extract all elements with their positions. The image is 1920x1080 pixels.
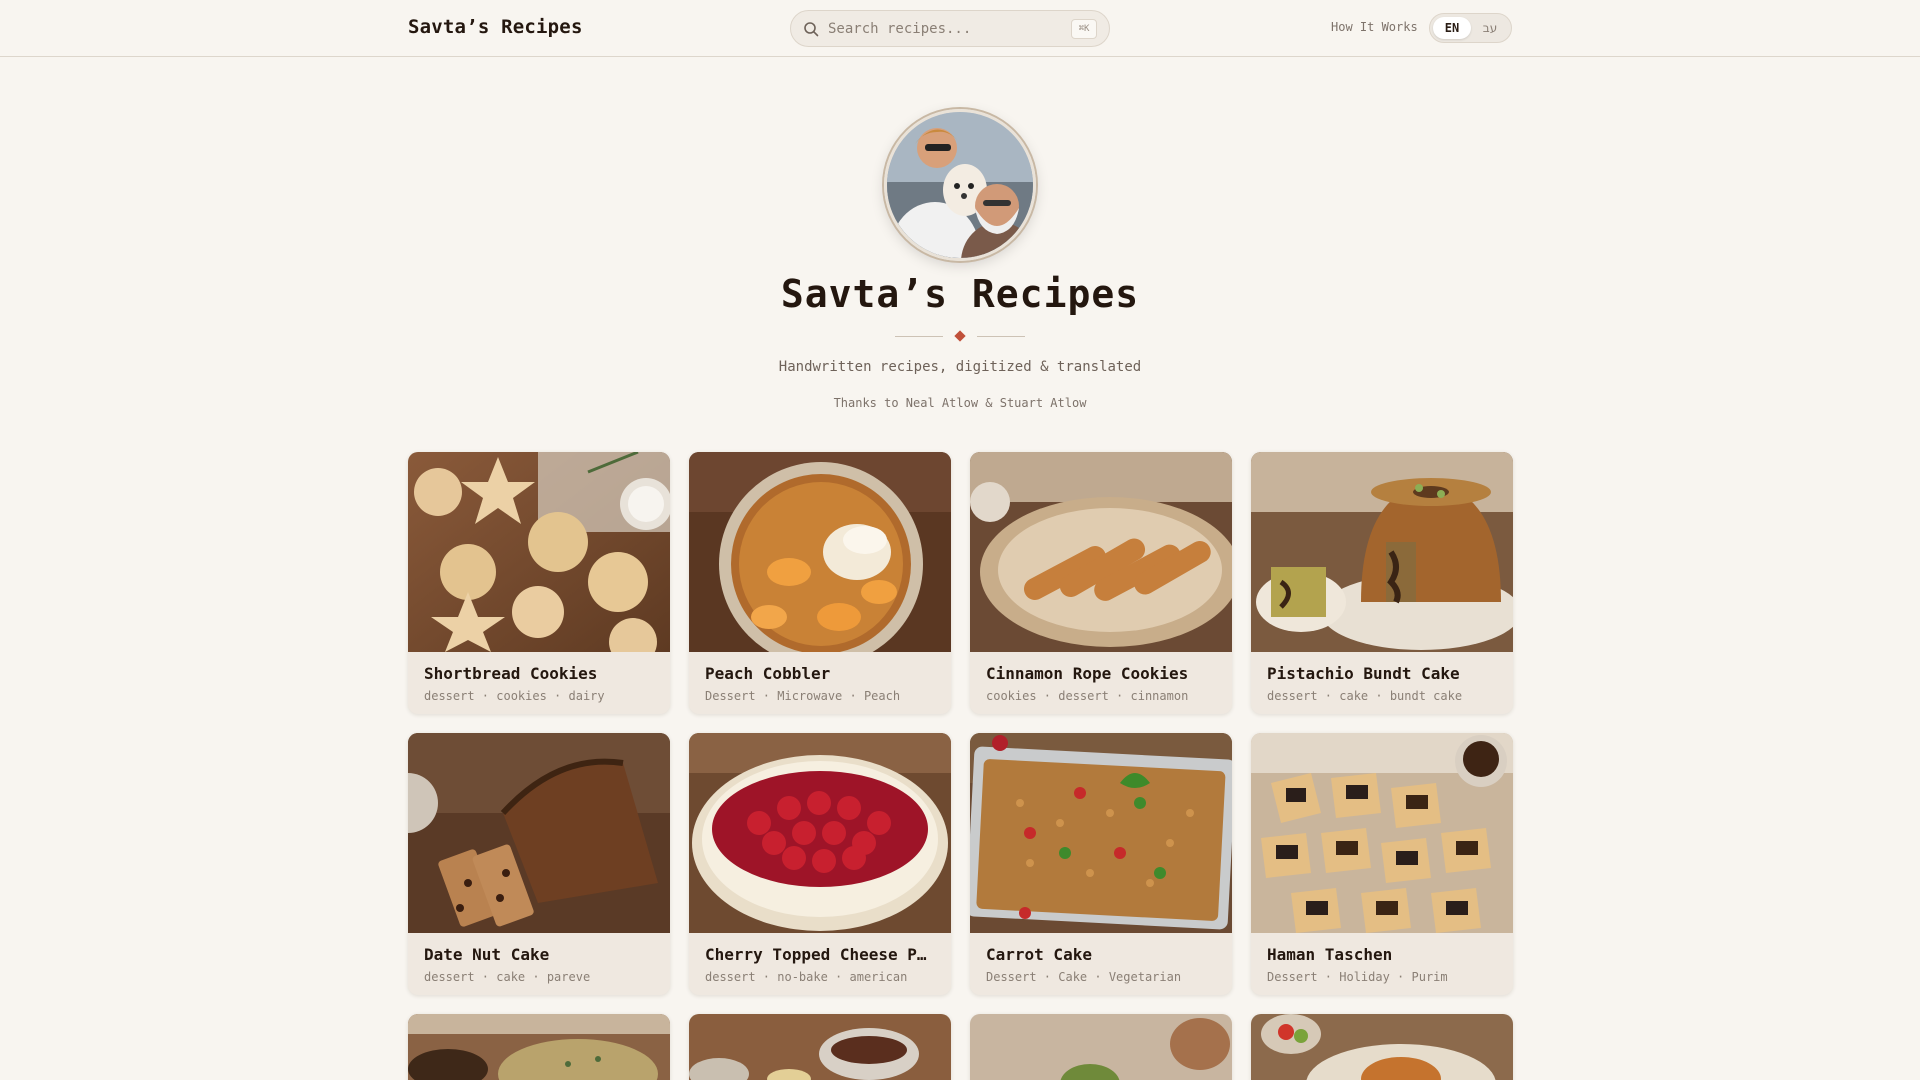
recipe-photo — [970, 452, 1232, 652]
search-box[interactable]: Search recipes... ⌘K — [790, 10, 1110, 47]
recipe-photo — [970, 733, 1232, 933]
recipe-photo — [408, 1014, 670, 1080]
recipe-photo — [1251, 452, 1513, 652]
recipe-card[interactable]: Peach Cobbler Dessert · Microwave · Peac… — [689, 452, 951, 714]
recipe-photo — [689, 733, 951, 933]
recipe-tags: dessert · cake · pareve — [424, 970, 591, 984]
avatar-photo-illustration — [887, 112, 1033, 258]
recipe-name: Peach Cobbler — [705, 664, 831, 683]
recipe-tags: Dessert · Holiday · Purim — [1267, 970, 1448, 984]
recipe-name: Cherry Topped Cheese P… — [705, 945, 927, 964]
savta-avatar — [884, 109, 1036, 261]
recipe-photo — [970, 1014, 1232, 1080]
diamond-icon — [954, 330, 966, 342]
recipe-card[interactable]: Date Nut Cake dessert · cake · pareve — [408, 733, 670, 995]
recipe-card[interactable]: Shortbread Cookies dessert · cookies · d… — [408, 452, 670, 714]
recipe-name: Cinnamon Rope Cookies — [986, 664, 1189, 683]
recipe-tags: Dessert · Cake · Vegetarian — [986, 970, 1182, 984]
recipe-tags: Dessert · Microwave · Peach — [705, 689, 901, 703]
recipe-tags: dessert · cookies · dairy — [424, 689, 605, 703]
acknowledgements: Thanks to Neal Atlow & Stuart Atlow — [833, 396, 1087, 410]
recipe-card[interactable] — [689, 1014, 951, 1080]
recipe-name: Date Nut Cake — [424, 945, 550, 964]
recipe-tags: dessert · cake · bundt cake — [1267, 689, 1463, 703]
language-option-he[interactable]: עב — [1471, 17, 1509, 39]
recipe-card[interactable] — [408, 1014, 670, 1080]
recipe-card[interactable] — [1251, 1014, 1513, 1080]
recipe-tags: dessert · no-bake · american — [705, 970, 908, 984]
brand-link[interactable]: Savta’s Recipes — [408, 16, 583, 38]
recipe-name: Carrot Cake — [986, 945, 1092, 964]
how-it-works-link[interactable]: How It Works — [1331, 20, 1418, 34]
recipe-name: Shortbread Cookies — [424, 664, 598, 683]
ornamental-divider — [895, 330, 1025, 342]
recipe-card[interactable]: Haman Taschen Dessert · Holiday · Purim — [1251, 733, 1513, 995]
top-navigation-bar: Savta’s Recipes Search recipes... ⌘K How… — [0, 0, 1920, 57]
recipe-card[interactable]: Cinnamon Rope Cookies cookies · dessert … — [970, 452, 1232, 714]
language-toggle[interactable]: EN עב — [1429, 13, 1512, 43]
recipe-tags: cookies · dessert · cinnamon — [986, 689, 1189, 703]
language-option-en[interactable]: EN — [1433, 17, 1471, 39]
keyboard-shortcut-badge: ⌘K — [1071, 19, 1097, 39]
recipe-card[interactable]: Carrot Cake Dessert · Cake · Vegetarian — [970, 733, 1232, 995]
search-input[interactable]: Search recipes... — [828, 21, 971, 37]
page-title: Savta’s Recipes — [780, 272, 1140, 316]
recipe-photo — [1251, 1014, 1513, 1080]
recipe-photo — [408, 733, 670, 933]
recipe-card[interactable] — [970, 1014, 1232, 1080]
recipe-photo — [689, 452, 951, 652]
recipe-name: Haman Taschen — [1267, 945, 1393, 964]
recipe-photo — [408, 452, 670, 652]
recipe-card[interactable]: Cherry Topped Cheese P… dessert · no-bak… — [689, 733, 951, 995]
page-subtitle: Handwritten recipes, digitized & transla… — [778, 359, 1142, 375]
search-icon — [804, 22, 819, 37]
recipe-photo — [689, 1014, 951, 1080]
recipe-card[interactable]: Pistachio Bundt Cake dessert · cake · bu… — [1251, 452, 1513, 714]
recipe-photo — [1251, 733, 1513, 933]
recipe-name: Pistachio Bundt Cake — [1267, 664, 1460, 683]
